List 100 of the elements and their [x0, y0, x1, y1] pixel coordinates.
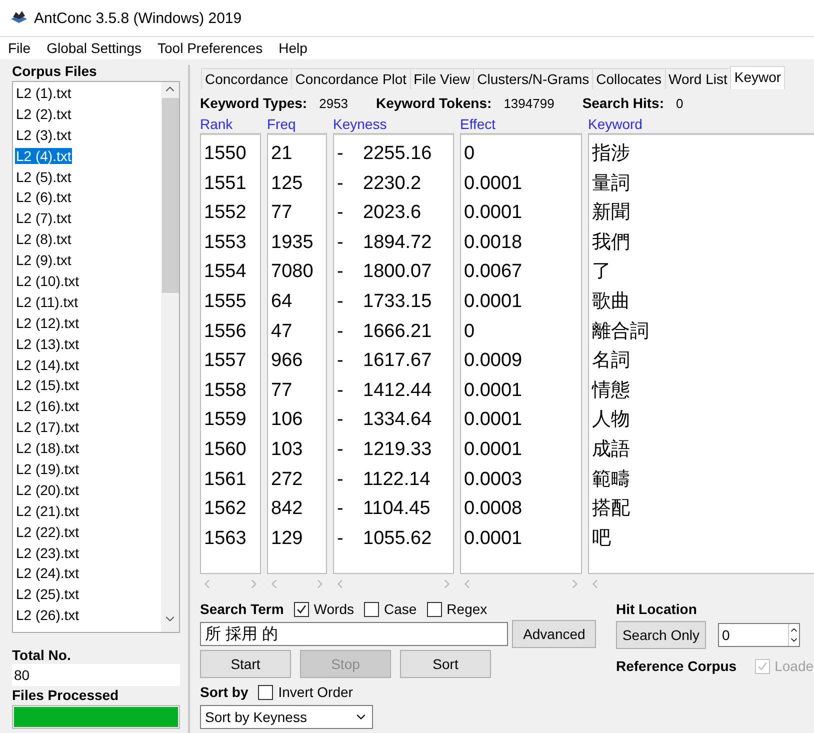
- menu-item[interactable]: Tool Preferences: [158, 40, 263, 56]
- menu-item[interactable]: Global Settings: [46, 40, 142, 56]
- file-list-item[interactable]: L2 (8).txt: [15, 231, 72, 248]
- table-cell-text: 2023.6: [363, 201, 422, 226]
- file-list[interactable]: [12, 81, 180, 633]
- table-cell-text: 0.0008: [464, 497, 522, 522]
- tab[interactable]: Keywor: [730, 66, 786, 89]
- table-cell-text: 人物: [592, 408, 630, 432]
- column-header[interactable]: Keyword: [588, 116, 814, 133]
- tab[interactable]: Concordance: [201, 68, 292, 89]
- column-header[interactable]: Effect: [460, 116, 582, 133]
- file-list-item[interactable]: L2 (9).txt: [15, 252, 72, 268]
- column-list[interactable]: - 2255.16 - 2230.2 - 2023.6 - 1894.72 - 1800.07 - 1733.15 - 1666.21 - 1617.67 - 1412.44 - 1334.64 - 1219.33 - 1122.14 - 1104.45 - 1055.62: [333, 133, 454, 574]
- file-list-item[interactable]: L2 (26).txt: [15, 607, 80, 624]
- file-list-item[interactable]: L2 (24).txt: [15, 565, 80, 582]
- file-list-item[interactable]: L2 (6).txt: [15, 189, 72, 206]
- table-cell-text: 歌曲: [592, 290, 630, 314]
- checkbox[interactable]: Invert Order: [258, 684, 353, 700]
- table-cell-text: 0: [464, 320, 475, 344]
- file-list-item[interactable]: L2 (20).txt: [15, 482, 80, 498]
- checkbox[interactable]: Regex: [426, 601, 488, 617]
- file-list-item[interactable]: L2 (4).txt: [15, 148, 72, 164]
- file-list-item[interactable]: L2 (3).txt: [15, 126, 72, 143]
- file-list-item[interactable]: L2 (5).txt: [15, 168, 72, 185]
- file-list-item[interactable]: L2 (25).txt: [15, 586, 80, 602]
- column-header[interactable]: Rank: [200, 116, 261, 133]
- checkbox[interactable]: Words: [294, 601, 354, 617]
- file-list-item[interactable]: L2 (15).txt: [15, 377, 80, 394]
- file-list-item[interactable]: L2 (18).txt: [15, 440, 80, 456]
- field-label: Reference Corpus: [616, 658, 737, 674]
- file-list-item[interactable]: L2 (10).txt: [15, 273, 80, 290]
- table-cell-text: 0.0001: [464, 408, 522, 432]
- table-cell-text: 1894.72: [363, 230, 432, 255]
- app-icon: [10, 10, 28, 26]
- file-list-item[interactable]: L2 (17).txt: [15, 419, 80, 436]
- table-cell-text: 吧: [592, 526, 611, 551]
- table-cell-text: -: [337, 320, 344, 344]
- table-cell-text: 1334.64: [363, 408, 432, 432]
- file-list-item[interactable]: L2 (22).txt: [15, 524, 80, 540]
- file-list-item[interactable]: L2 (19).txt: [15, 461, 80, 478]
- table-cell-text: 0.0001: [464, 201, 522, 226]
- table-cell-text: 1551: [204, 172, 246, 196]
- table-cell-text: 1552: [204, 201, 246, 226]
- table-cell-text: 0.0018: [464, 230, 522, 255]
- action-button[interactable]: Start: [200, 650, 291, 678]
- table-cell-text: 103: [271, 438, 303, 462]
- table-cell-text: -: [337, 142, 344, 166]
- advanced-button[interactable]: Advanced: [512, 620, 596, 648]
- file-list-item[interactable]: L2 (12).txt: [15, 314, 80, 331]
- table-cell-text: -: [337, 201, 344, 226]
- table-cell-text: 7080: [271, 260, 314, 284]
- column-header[interactable]: Freq: [267, 116, 327, 133]
- search-only-button[interactable]: Search Only: [616, 621, 706, 649]
- table-cell-text: 1556: [204, 320, 246, 344]
- table-cell-text: 範疇: [592, 468, 630, 492]
- file-list-item[interactable]: L2 (14).txt: [15, 356, 80, 373]
- table-cell-text: 1733.15: [363, 290, 432, 314]
- column-header[interactable]: Keyness: [333, 116, 454, 133]
- table-cell-text: -: [337, 378, 344, 403]
- table-cell-text: 64: [271, 290, 292, 314]
- action-button[interactable]: Sort: [400, 650, 491, 678]
- total-field: 80: [12, 664, 180, 686]
- file-list-item[interactable]: L2 (2).txt: [15, 106, 72, 122]
- table-cell-text: -: [337, 349, 344, 374]
- table-cell-text: 0.0001: [464, 172, 522, 196]
- column-list[interactable]: 0 0.0001 0.0001 0.0018 0.0067 0.0001 0 0.0009 0.0001 0.0001 0.0001 0.0003 0.0008 0.0001: [460, 133, 582, 574]
- menu-item[interactable]: Help: [278, 40, 308, 56]
- table-cell-text: 1560: [204, 438, 246, 462]
- table-cell-text: -: [337, 526, 344, 551]
- table-cell-text: 47: [271, 320, 292, 344]
- table-cell-text: 272: [271, 468, 303, 492]
- table-cell-text: 1550: [204, 142, 246, 166]
- number-spinner[interactable]: 0: [718, 623, 800, 647]
- table-cell-text: 新聞: [592, 201, 630, 226]
- sort-dropdown[interactable]: Sort by Keyness: [200, 705, 373, 729]
- file-list-item[interactable]: L2 (1).txt: [15, 85, 72, 101]
- file-list-item[interactable]: L2 (7).txt: [15, 210, 72, 226]
- table-cell-text: 2230.2: [363, 172, 422, 196]
- table-cell-text: 125: [271, 172, 303, 196]
- column-list[interactable]: 1550 1551 1552 1553 1554 1555 1556 1557 1558 1559 1560 1561 1562 1563: [200, 133, 261, 574]
- stat-value: 1394799: [504, 96, 554, 110]
- file-list-item[interactable]: L2 (16).txt: [15, 398, 80, 414]
- table-cell-text: 1104.45: [363, 497, 430, 522]
- table-cell-text: 77: [271, 201, 292, 226]
- column-list[interactable]: 21 125 77 1935 7080 64 47 966 77 106 103 272 842 129: [267, 133, 327, 574]
- file-list-item[interactable]: L2 (11).txt: [15, 294, 79, 310]
- file-list-item[interactable]: L2 (21).txt: [15, 502, 80, 519]
- menu-item[interactable]: File: [8, 40, 31, 56]
- scrollbar-thumb[interactable]: [162, 98, 178, 293]
- stat-label: Search Hits:: [582, 95, 664, 111]
- search-field[interactable]: 所 採用 的: [200, 622, 508, 646]
- table-cell-text: 成語: [592, 438, 630, 462]
- column-list[interactable]: 指涉 量詞 新聞 我們 了 歌曲 離合詞 名詞 情態 人物 成語 範疇 搭配 吧: [588, 133, 814, 574]
- checkbox[interactable]: Case: [364, 601, 417, 617]
- table-cell-text: -: [337, 230, 344, 255]
- table-cell-text: 106: [271, 408, 303, 432]
- file-list-item[interactable]: L2 (23).txt: [15, 544, 80, 561]
- field-label: Total No.: [12, 647, 72, 663]
- file-list-item[interactable]: L2 (13).txt: [15, 336, 80, 352]
- table-cell-text: 1122.14: [363, 468, 430, 492]
